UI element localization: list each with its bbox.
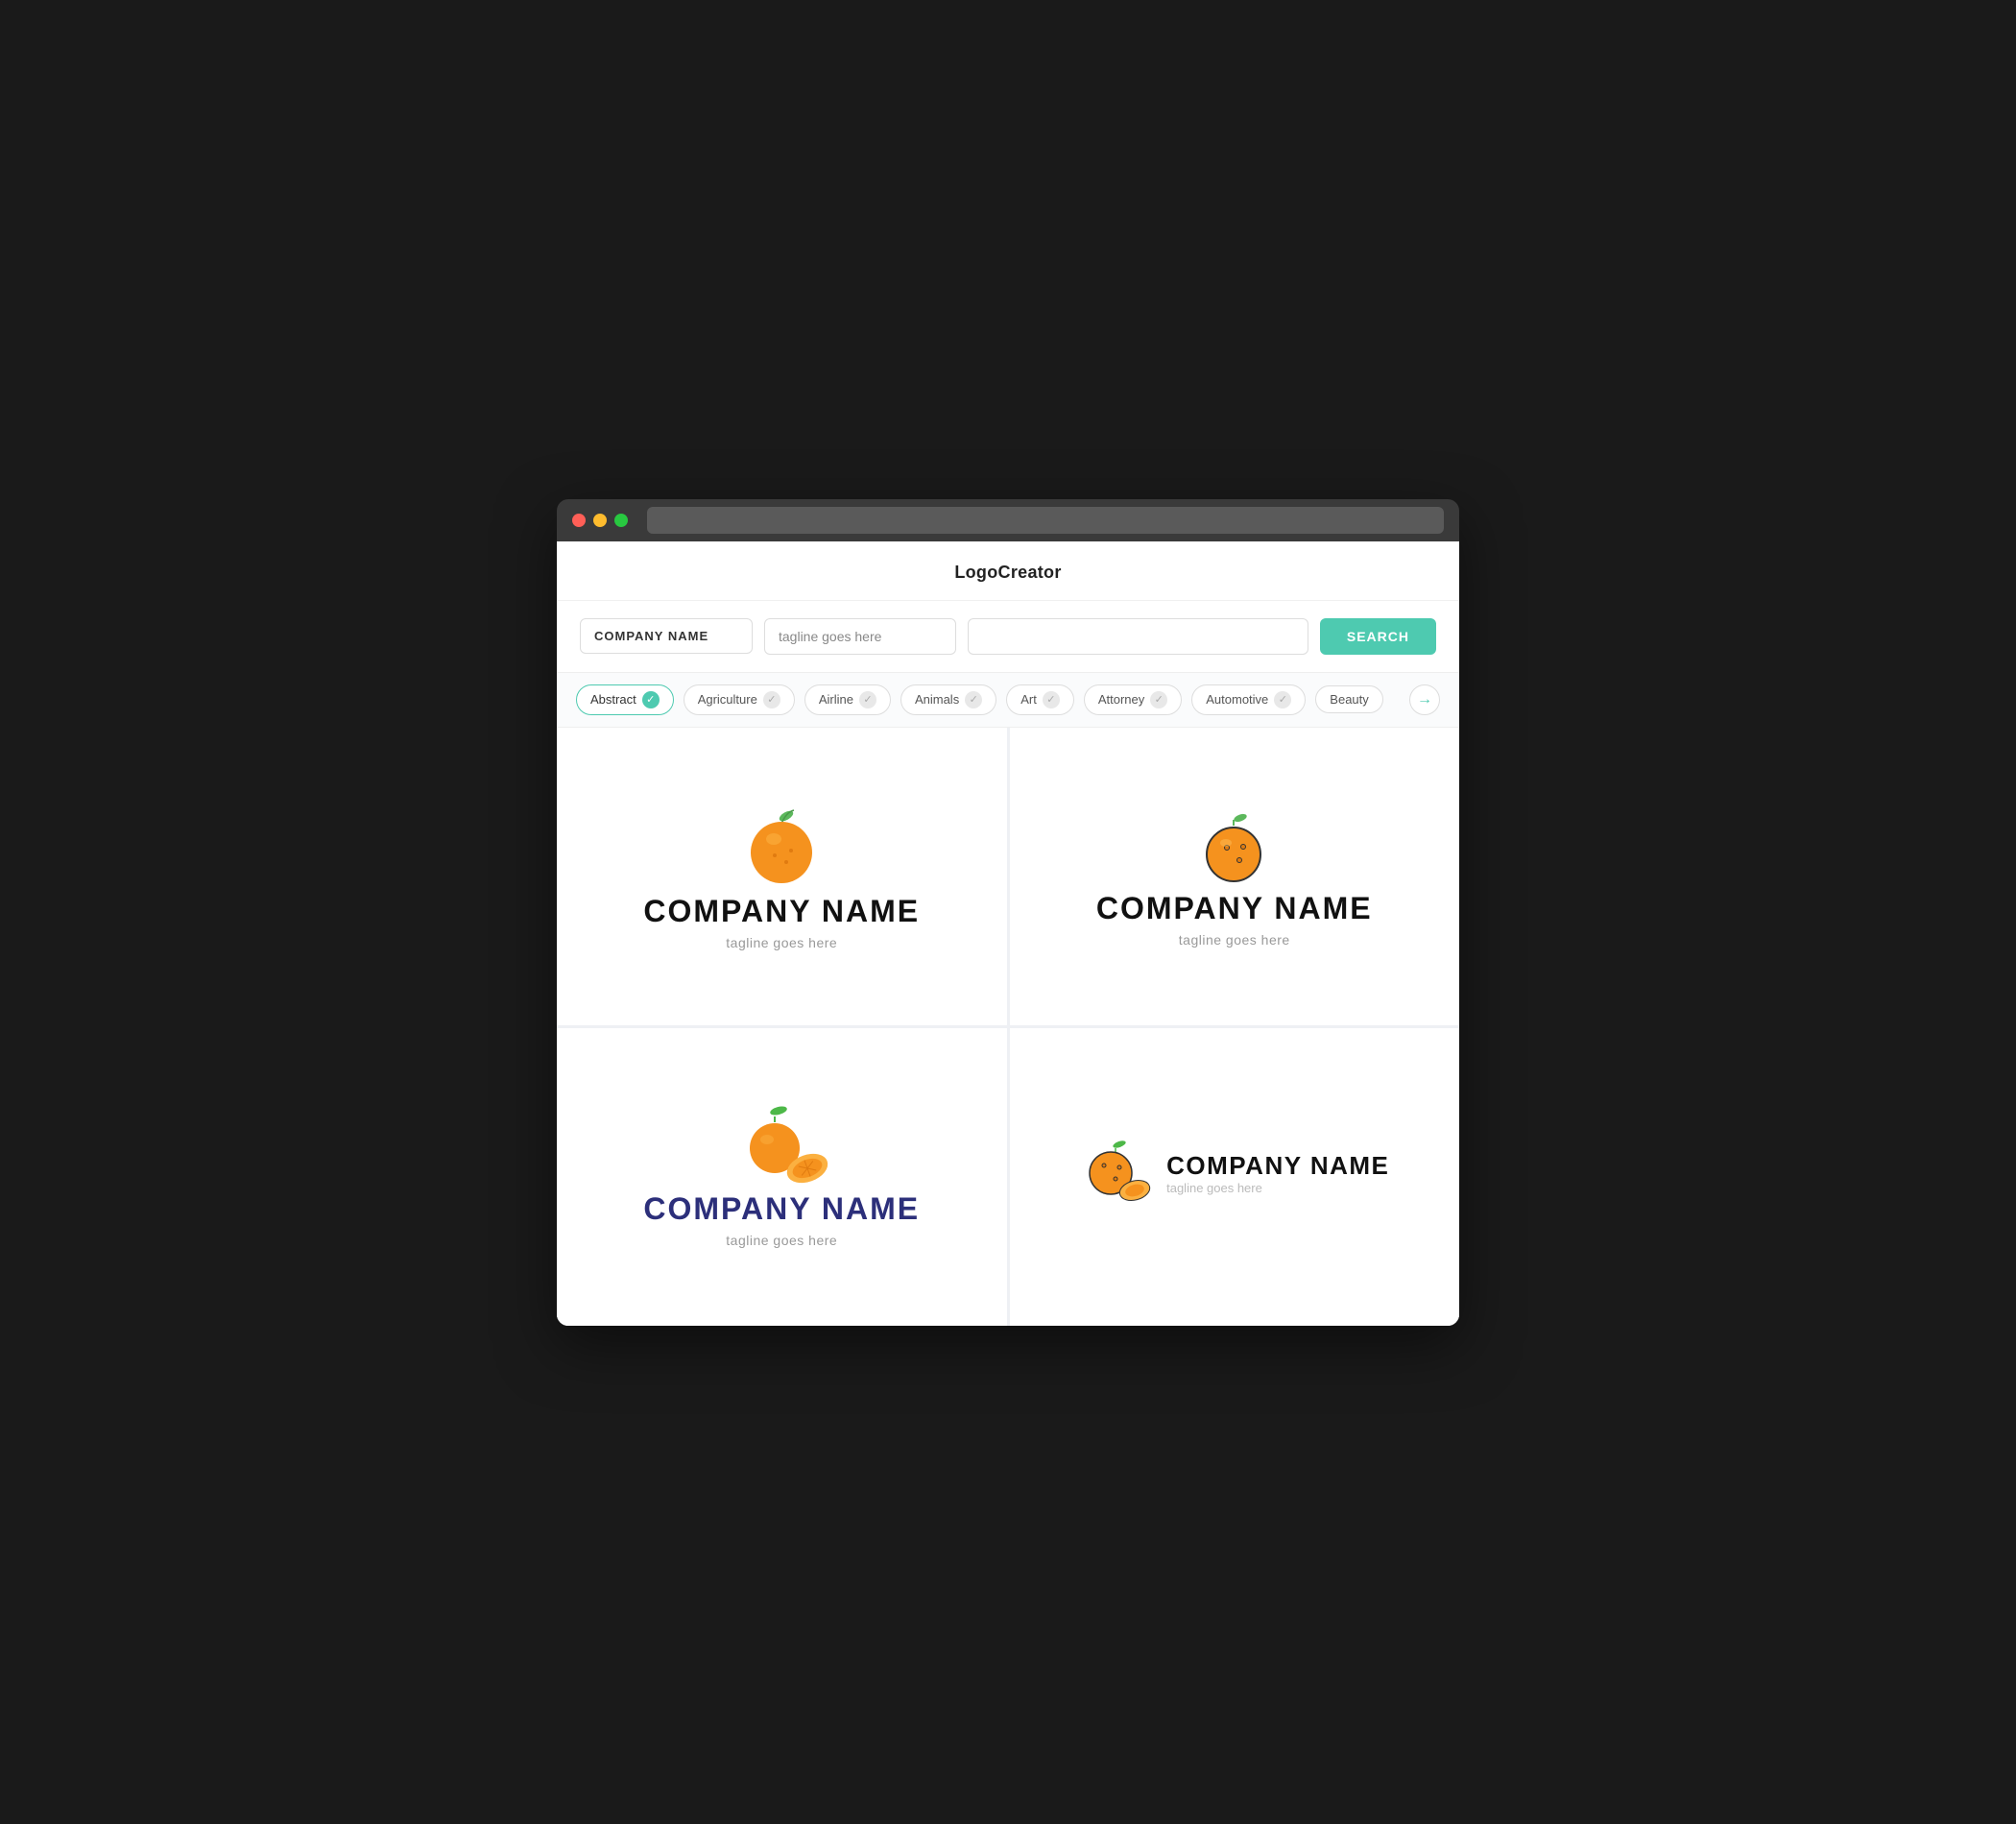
logo4-inline-container: COMPANY NAME tagline goes here (1079, 1137, 1389, 1209)
filter-label-agriculture: Agriculture (698, 692, 757, 707)
filter-label-airline: Airline (819, 692, 853, 707)
browser-window: LogoCreator SEARCH Abstract ✓ Agricultur… (557, 499, 1459, 1326)
logo-card-2[interactable]: COMPANY NAME tagline goes here (1010, 728, 1460, 1025)
logo4-company-name: COMPANY NAME (1166, 1151, 1389, 1181)
check-icon-art: ✓ (1043, 691, 1060, 708)
logo-card-3[interactable]: COMPANY NAME tagline goes here (557, 1028, 1007, 1326)
minimize-button[interactable] (593, 514, 607, 527)
filter-chip-animals[interactable]: Animals ✓ (900, 684, 996, 715)
logo3-tagline: tagline goes here (726, 1233, 837, 1248)
close-button[interactable] (572, 514, 586, 527)
filter-chip-art[interactable]: Art ✓ (1006, 684, 1074, 715)
url-bar[interactable] (647, 507, 1444, 534)
logo-grid: COMPANY NAME tagline goes here (557, 728, 1459, 1326)
filter-label-attorney: Attorney (1098, 692, 1144, 707)
logo2-company-name: COMPANY NAME (1096, 891, 1373, 926)
orange-classic-icon (738, 803, 825, 894)
orange-inline-icon (1079, 1137, 1151, 1209)
app-content: LogoCreator SEARCH Abstract ✓ Agricultur… (557, 541, 1459, 1326)
filter-next-button[interactable]: → (1409, 684, 1440, 715)
filter-chip-airline[interactable]: Airline ✓ (804, 684, 891, 715)
logo1-company-name: COMPANY NAME (643, 894, 920, 929)
filter-label-automotive: Automotive (1206, 692, 1268, 707)
tagline-input[interactable] (764, 618, 956, 655)
logo3-company-name: COMPANY NAME (643, 1191, 920, 1227)
check-icon-airline: ✓ (859, 691, 876, 708)
filter-label-beauty: Beauty (1330, 692, 1368, 707)
logo-card-4[interactable]: COMPANY NAME tagline goes here (1010, 1028, 1460, 1326)
logo-card-1[interactable]: COMPANY NAME tagline goes here (557, 728, 1007, 1025)
maximize-button[interactable] (614, 514, 628, 527)
filter-chip-agriculture[interactable]: Agriculture ✓ (684, 684, 795, 715)
filter-chip-beauty[interactable]: Beauty (1315, 685, 1382, 713)
filter-label-animals: Animals (915, 692, 959, 707)
app-title: LogoCreator (954, 563, 1061, 582)
filter-bar: Abstract ✓ Agriculture ✓ Airline ✓ Anima… (557, 673, 1459, 728)
logo4-tagline: tagline goes here (1166, 1181, 1389, 1195)
browser-titlebar (557, 499, 1459, 541)
check-icon-abstract: ✓ (642, 691, 660, 708)
check-icon-agriculture: ✓ (763, 691, 780, 708)
logo1-tagline: tagline goes here (726, 935, 837, 950)
orange-split-icon (729, 1105, 834, 1191)
check-icon-animals: ✓ (965, 691, 982, 708)
filter-label-art: Art (1020, 692, 1037, 707)
check-icon-attorney: ✓ (1150, 691, 1167, 708)
logo4-text-block: COMPANY NAME tagline goes here (1166, 1151, 1389, 1195)
orange-outline-icon (1193, 804, 1275, 891)
app-header: LogoCreator (557, 541, 1459, 601)
company-name-input[interactable] (580, 618, 753, 654)
search-bar: SEARCH (557, 601, 1459, 673)
check-icon-automotive: ✓ (1274, 691, 1291, 708)
search-button[interactable]: SEARCH (1320, 618, 1436, 655)
filter-chip-automotive[interactable]: Automotive ✓ (1191, 684, 1306, 715)
filter-chip-attorney[interactable]: Attorney ✓ (1084, 684, 1182, 715)
logo2-tagline: tagline goes here (1179, 932, 1290, 948)
filter-chip-abstract[interactable]: Abstract ✓ (576, 684, 674, 715)
filter-label-abstract: Abstract (590, 692, 636, 707)
keyword-input[interactable] (968, 618, 1308, 655)
